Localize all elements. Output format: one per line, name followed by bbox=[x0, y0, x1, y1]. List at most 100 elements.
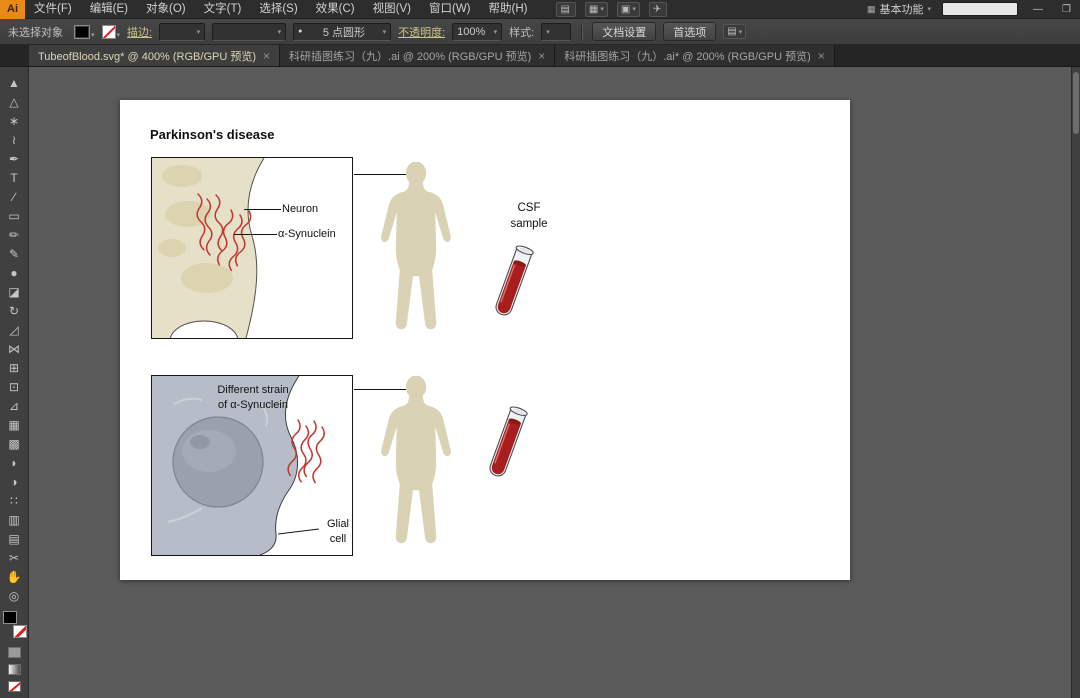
shape-builder-tool[interactable]: ⊡ bbox=[2, 377, 27, 396]
search-input[interactable] bbox=[942, 2, 1019, 16]
quick-launch-icons: ▤ ▦ ▾ ▣ ▾ ✈ bbox=[556, 1, 668, 17]
document-setup-button[interactable]: 文档设置 bbox=[592, 22, 657, 41]
scale-tool[interactable]: ◿ bbox=[2, 320, 27, 339]
selection-tool[interactable]: ▲ bbox=[2, 73, 27, 92]
menu-item[interactable]: 对象(O) bbox=[137, 0, 195, 18]
line-segment-tool[interactable]: ∕ bbox=[2, 187, 27, 206]
rotate-tool[interactable]: ↻ bbox=[2, 301, 27, 320]
menu-item[interactable]: 选择(S) bbox=[250, 0, 306, 18]
leader-line bbox=[244, 209, 281, 210]
strain-label[interactable]: Different strain of α-Synuclein bbox=[192, 383, 314, 413]
fill-swatch-icon bbox=[74, 24, 90, 39]
bridge-icon[interactable]: ▤ bbox=[556, 1, 576, 17]
app-logo-icon[interactable]: Ai bbox=[0, 0, 25, 19]
scrollbar-thumb[interactable] bbox=[1073, 72, 1079, 134]
synuclein-label[interactable]: α-Synuclein bbox=[278, 227, 336, 242]
free-transform-tool[interactable]: ⊞ bbox=[2, 358, 27, 377]
tool-icon: ⋈ bbox=[8, 341, 20, 356]
restore-button[interactable]: ❐ bbox=[1058, 4, 1075, 15]
menu-item[interactable]: 文件(F) bbox=[25, 0, 81, 18]
gradient-mode-icon[interactable] bbox=[7, 664, 21, 675]
document-tab[interactable]: 科研插图练习（九）.ai* @ 200% (RGB/GPU 预览) × bbox=[555, 45, 835, 66]
tool-icon: ◑ bbox=[10, 474, 18, 489]
csf-tube[interactable] bbox=[486, 239, 538, 331]
eyedropper-tool[interactable]: ◗ bbox=[2, 453, 27, 472]
glial-cell-label[interactable]: Glial cell bbox=[320, 517, 356, 547]
hand-tool[interactable]: ✋ bbox=[2, 567, 27, 586]
illustration-title[interactable]: Parkinson's disease bbox=[150, 127, 275, 142]
main-menu: 文件(F) 编辑(E) 对象(O) 文字(T) 选择(S) 效果(C) 视图(V) 窗口(W)… bbox=[25, 0, 536, 18]
tool-icon: ◪ bbox=[8, 284, 20, 299]
tool-icon: ▩ bbox=[8, 436, 20, 451]
preferences-button[interactable]: 首选项 bbox=[663, 22, 717, 41]
tab-label: 科研插图练习（九）.ai* @ 200% (RGB/GPU 预览) bbox=[564, 50, 811, 63]
csf-sample-label[interactable]: CSF sample bbox=[492, 200, 566, 232]
fill-well[interactable] bbox=[2, 611, 17, 624]
workspace-switcher[interactable]: ▦ 基本功能 ▾ bbox=[867, 1, 931, 17]
menu-item[interactable]: 效果(C) bbox=[307, 0, 364, 18]
document-layout-icon[interactable]: ▣ ▾ bbox=[616, 1, 640, 17]
width-tool[interactable]: ⋈ bbox=[2, 339, 27, 358]
mesh-tool[interactable]: ▦ bbox=[2, 415, 27, 434]
opacity-select[interactable]: 100% ▾ bbox=[452, 22, 503, 41]
tool-icon: ✎ bbox=[8, 246, 20, 261]
pencil-tool[interactable]: ✎ bbox=[2, 244, 27, 263]
arrange-documents-icon[interactable]: ▦ ▾ bbox=[584, 1, 608, 17]
artboard[interactable]: Parkinson's disease Neuron α-Synuclein C… bbox=[120, 100, 850, 580]
strain-label-line2: of α-Synuclein bbox=[218, 399, 288, 411]
menu-item[interactable]: 窗口(W) bbox=[420, 0, 480, 18]
menu-item[interactable]: 帮助(H) bbox=[480, 0, 537, 18]
slice-tool[interactable]: ✂ bbox=[2, 548, 27, 567]
tab-close-icon[interactable]: × bbox=[263, 50, 270, 62]
pen-tool[interactable]: ✒ bbox=[2, 149, 27, 168]
tool-icon: ∷ bbox=[10, 493, 18, 508]
tool-icon: ▦ bbox=[8, 417, 20, 432]
brush-definition-select[interactable]: ● 5 点圆形 ▾ bbox=[293, 22, 392, 41]
csf-tube[interactable] bbox=[480, 400, 532, 492]
canvas-area[interactable]: Parkinson's disease Neuron α-Synuclein C… bbox=[29, 67, 1071, 698]
vertical-scrollbar[interactable] bbox=[1071, 67, 1080, 698]
stroke-color-swatch[interactable]: ▾ bbox=[101, 24, 120, 39]
human-silhouette[interactable] bbox=[377, 161, 455, 342]
type-tool[interactable]: T bbox=[2, 168, 27, 187]
style-select[interactable]: ▾ bbox=[541, 22, 572, 41]
color-mode-icon[interactable] bbox=[7, 647, 21, 658]
minimize-button[interactable]: — bbox=[1029, 4, 1047, 15]
rectangle-tool[interactable]: ▭ bbox=[2, 206, 27, 225]
symbol-sprayer-tool[interactable]: ∷ bbox=[2, 491, 27, 510]
paintbrush-tool[interactable]: ✏ bbox=[2, 225, 27, 244]
opacity-panel-link[interactable]: 不透明度: bbox=[398, 24, 445, 40]
lasso-tool[interactable]: ≀ bbox=[2, 130, 27, 149]
eraser-tool[interactable]: ◪ bbox=[2, 282, 27, 301]
stroke-weight-select[interactable]: ▾ bbox=[159, 22, 206, 41]
panel-menu-icon[interactable]: ▤ ▾ bbox=[723, 24, 747, 39]
gradient-tool[interactable]: ▩ bbox=[2, 434, 27, 453]
tools-panel: ▲ △ ∗ ≀ ✒ T ∕ ▭ ✏ ✎ ● ◪ ↻ ◿ ⋈ ⊞ ⊡ ⊿ ▦ ▩ … bbox=[0, 67, 29, 698]
perspective-grid-tool[interactable]: ⊿ bbox=[2, 396, 27, 415]
control-bar: 未选择对象 ▾ ▾ 描边: ▾ ▾ ● 5 点圆形 ▾ 不透明度: 100% ▾… bbox=[0, 19, 1080, 45]
direct-selection-tool[interactable]: △ bbox=[2, 92, 27, 111]
stroke-panel-link[interactable]: 描边: bbox=[127, 24, 152, 40]
menu-item[interactable]: 视图(V) bbox=[364, 0, 420, 18]
magic-wand-tool[interactable]: ∗ bbox=[2, 111, 27, 130]
chevron-down-icon: ▾ bbox=[91, 31, 95, 39]
menu-item[interactable]: 编辑(E) bbox=[81, 0, 137, 18]
document-tab[interactable]: 科研插图练习（九）.ai @ 200% (RGB/GPU 预览) × bbox=[280, 45, 556, 66]
blend-tool[interactable]: ◑ bbox=[2, 472, 27, 491]
width-profile-select[interactable]: ▾ bbox=[212, 22, 287, 41]
column-graph-tool[interactable]: ▥ bbox=[2, 510, 27, 529]
document-tab[interactable]: TubeofBlood.svg* @ 400% (RGB/GPU 预览) × bbox=[29, 45, 281, 66]
zoom-tool[interactable]: ◎ bbox=[2, 586, 27, 605]
tab-close-icon[interactable]: × bbox=[818, 50, 825, 62]
share-icon[interactable]: ✈ bbox=[648, 1, 668, 17]
menu-item[interactable]: 文字(T) bbox=[195, 0, 251, 18]
human-silhouette[interactable] bbox=[377, 375, 455, 556]
none-mode-icon[interactable] bbox=[7, 681, 21, 692]
artboard-tool[interactable]: ▤ bbox=[2, 529, 27, 548]
neuron-label[interactable]: Neuron bbox=[282, 202, 318, 217]
fill-color-swatch[interactable]: ▾ bbox=[74, 24, 95, 39]
blob-brush-tool[interactable]: ● bbox=[2, 263, 27, 282]
stroke-well[interactable] bbox=[12, 625, 27, 638]
tab-close-icon[interactable]: × bbox=[538, 50, 545, 62]
neuron-cell-panel[interactable] bbox=[151, 157, 353, 339]
